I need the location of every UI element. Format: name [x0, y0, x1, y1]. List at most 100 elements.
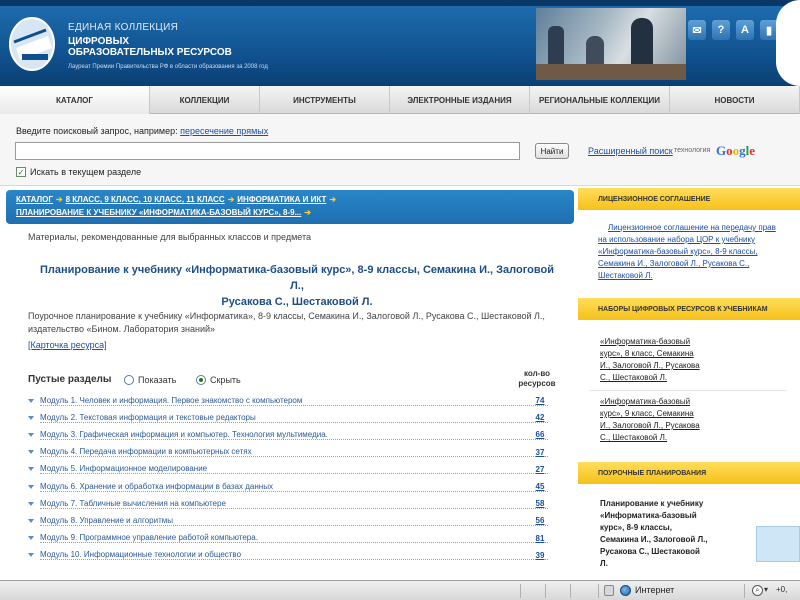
- advanced-search-link[interactable]: Расширенный поиск: [588, 146, 673, 156]
- module-name[interactable]: Модуль 6. Хранение и обработка информаци…: [40, 482, 548, 492]
- module-row[interactable]: Модуль 2. Текстовая информация и текстов…: [28, 409, 548, 426]
- breadcrumb-planning[interactable]: ПЛАНИРОВАНИЕ К УЧЕБНИКУ «ИНФОРМАТИКА-БАЗ…: [16, 208, 301, 217]
- nav-tools[interactable]: ИНСТРУМЕНТЫ: [260, 86, 390, 114]
- nav-collections[interactable]: КОЛЛЕКЦИИ: [150, 86, 260, 114]
- resource-set-line[interactable]: С., Шестаковой Л.: [600, 432, 740, 444]
- module-count[interactable]: 56: [530, 516, 550, 525]
- expand-triangle-icon[interactable]: [28, 484, 34, 489]
- module-count[interactable]: 27: [530, 465, 550, 474]
- hide-radio[interactable]: [196, 375, 206, 385]
- checkmark-icon: ✓: [17, 167, 25, 177]
- license-line[interactable]: «Информатика-базовый курс», 8-9 классы,: [598, 246, 776, 258]
- logo-laureate-text: Лауреат Премии Правительства РФ в област…: [68, 64, 268, 70]
- search-in-section-checkbox[interactable]: ✓: [16, 167, 26, 177]
- header-right-edge: [776, 0, 800, 86]
- show-radio[interactable]: [124, 375, 134, 385]
- security-zone-label[interactable]: Интернет: [635, 585, 674, 595]
- module-name[interactable]: Модуль 8. Управление и алгоритмы: [40, 516, 548, 526]
- expand-triangle-icon[interactable]: [28, 432, 34, 437]
- lesson-plans-header: ПОУРОЧНЫЕ ПЛАНИРОВАНИЯ: [578, 462, 800, 484]
- module-count[interactable]: 39: [530, 551, 550, 560]
- nav-catalog[interactable]: КАТАЛОГ: [0, 86, 150, 114]
- resource-set-link[interactable]: «Информатика-базовый курс», 9 класс, Сем…: [600, 396, 740, 444]
- resource-set-line[interactable]: курс», 9 класс, Семакина: [600, 408, 740, 420]
- module-row[interactable]: Модуль 5. Информационное моделирование 27: [28, 461, 548, 478]
- nav-regional-collections[interactable]: РЕГИОНАЛЬНЫЕ КОЛЛЕКЦИИ: [530, 86, 670, 114]
- module-count[interactable]: 45: [530, 482, 550, 491]
- globe-icon: [620, 585, 631, 596]
- search-input[interactable]: [15, 142, 520, 160]
- zoom-level[interactable]: +0,: [776, 585, 787, 594]
- module-count[interactable]: 81: [530, 534, 550, 543]
- breadcrumb-catalog[interactable]: КАТАЛОГ: [16, 195, 53, 204]
- license-line[interactable]: Шестаковой Л.: [598, 270, 776, 282]
- logo-line3: ОБРАЗОВАТЕЛЬНЫХ РЕСУРСОВ: [68, 47, 232, 58]
- license-link[interactable]: Лицензионное соглашение на передачу прав…: [598, 222, 776, 282]
- module-name[interactable]: Модуль 2. Текстовая информация и текстов…: [40, 413, 548, 423]
- module-row[interactable]: Модуль 1. Человек и информация. Первое з…: [28, 392, 548, 409]
- resource-card-link[interactable]: [Карточка ресурса]: [28, 340, 107, 350]
- logo-line1: ЕДИНАЯ КОЛЛЕКЦИЯ: [68, 22, 179, 33]
- module-name[interactable]: Модуль 4. Передача информации в компьюте…: [40, 447, 548, 458]
- resource-sets-header: НАБОРЫ ЦИФРОВЫХ РЕСУРСОВ К УЧЕБНИКАМ: [578, 298, 800, 320]
- expand-triangle-icon[interactable]: [28, 501, 34, 506]
- collection-logo-icon[interactable]: [8, 14, 62, 72]
- expand-triangle-icon[interactable]: [28, 415, 34, 420]
- font-size-icon[interactable]: A: [736, 20, 754, 40]
- resource-set-link[interactable]: «Информатика-базовый курс», 8 класс, Сем…: [600, 336, 740, 384]
- module-name[interactable]: Модуль 1. Человек и информация. Первое з…: [40, 396, 548, 406]
- module-count[interactable]: 58: [530, 499, 550, 508]
- search-example-link[interactable]: пересечение прямых: [180, 126, 268, 136]
- expand-triangle-icon[interactable]: [28, 398, 34, 403]
- module-count[interactable]: 66: [530, 430, 550, 439]
- module-count[interactable]: 37: [530, 448, 550, 457]
- resource-set-line[interactable]: «Информатика-базовый: [600, 396, 740, 408]
- resource-set-line[interactable]: «Информатика-базовый: [600, 336, 740, 348]
- logo-text[interactable]: ЕДИНАЯ КОЛЛЕКЦИЯ ЦИФРОВЫХ ОБРАЗОВАТЕЛЬНЫ…: [68, 22, 268, 70]
- module-row[interactable]: Модуль 3. Графическая информация и компь…: [28, 426, 548, 443]
- side-widget[interactable]: [756, 526, 800, 562]
- expand-triangle-icon[interactable]: [28, 518, 34, 523]
- module-row[interactable]: Модуль 8. Управление и алгоритмы 56: [28, 512, 548, 529]
- module-name[interactable]: Модуль 10. Информационные технологии и о…: [40, 550, 548, 561]
- resource-set-line[interactable]: С., Шестаковой Л.: [600, 372, 740, 384]
- resource-set-line[interactable]: курс», 8 класс, Семакина: [600, 348, 740, 360]
- count-header: кол-во ресурсов: [512, 369, 562, 389]
- breadcrumb-subject[interactable]: ИНФОРМАТИКА И ИКТ: [237, 195, 326, 204]
- module-row[interactable]: Модуль 4. Передача информации в компьюте…: [28, 444, 548, 461]
- module-row[interactable]: Модуль 7. Табличные вычисления на компью…: [28, 495, 548, 512]
- header-top-line: [0, 0, 800, 6]
- module-name[interactable]: Модуль 7. Табличные вычисления на компью…: [40, 499, 548, 509]
- expand-triangle-icon[interactable]: [28, 450, 34, 455]
- module-name[interactable]: Модуль 9. Программное управление работой…: [40, 533, 548, 544]
- license-line[interactable]: Лицензионное соглашение на передачу прав: [598, 222, 776, 234]
- resource-set-line[interactable]: И., Залоговой Л., Русакова: [600, 420, 740, 432]
- lesson-plan-line: Л.: [600, 559, 608, 568]
- module-count[interactable]: 42: [530, 413, 550, 422]
- nav-e-editions[interactable]: ЭЛЕКТРОННЫЕ ИЗДАНИЯ: [390, 86, 530, 114]
- lesson-plan-item[interactable]: Планирование к учебнику «Информатика-баз…: [600, 498, 730, 570]
- find-button[interactable]: Найти: [535, 143, 569, 159]
- mail-icon[interactable]: ✉: [688, 20, 706, 40]
- expand-triangle-icon[interactable]: [28, 467, 34, 472]
- empty-sections-label: Пустые разделы: [28, 374, 112, 385]
- expand-triangle-icon[interactable]: [28, 536, 34, 541]
- nav-news[interactable]: НОВОСТИ: [670, 86, 800, 114]
- module-count[interactable]: 74: [530, 396, 550, 405]
- zoom-icon[interactable]: ⌕: [752, 585, 763, 596]
- browser-page: ЕДИНАЯ КОЛЛЕКЦИЯ ЦИФРОВЫХ ОБРАЗОВАТЕЛЬНЫ…: [0, 0, 800, 600]
- license-line[interactable]: на использование набора ЦОР к учебнику: [598, 234, 776, 246]
- module-name[interactable]: Модуль 3. Графическая информация и компь…: [40, 430, 548, 440]
- module-name[interactable]: Модуль 5. Информационное моделирование: [40, 464, 548, 475]
- expand-triangle-icon[interactable]: [28, 553, 34, 558]
- breadcrumb-classes[interactable]: 8 КЛАСС, 9 КЛАСС, 10 КЛАСС, 11 КЛАСС: [66, 195, 225, 204]
- help-icon[interactable]: ?: [712, 20, 730, 40]
- chevron-down-icon[interactable]: ▾: [764, 585, 768, 594]
- module-row[interactable]: Модуль 9. Программное управление работой…: [28, 530, 548, 547]
- google-logo-text: Google: [716, 143, 755, 158]
- resource-set-line[interactable]: И., Залоговой Л., Русакова: [600, 360, 740, 372]
- status-divider: [520, 584, 521, 598]
- module-row[interactable]: Модуль 10. Информационные технологии и о…: [28, 547, 548, 564]
- license-line[interactable]: Семакина И., Залоговой Л., Русакова С.,: [598, 258, 776, 270]
- module-row[interactable]: Модуль 6. Хранение и обработка информаци…: [28, 478, 548, 495]
